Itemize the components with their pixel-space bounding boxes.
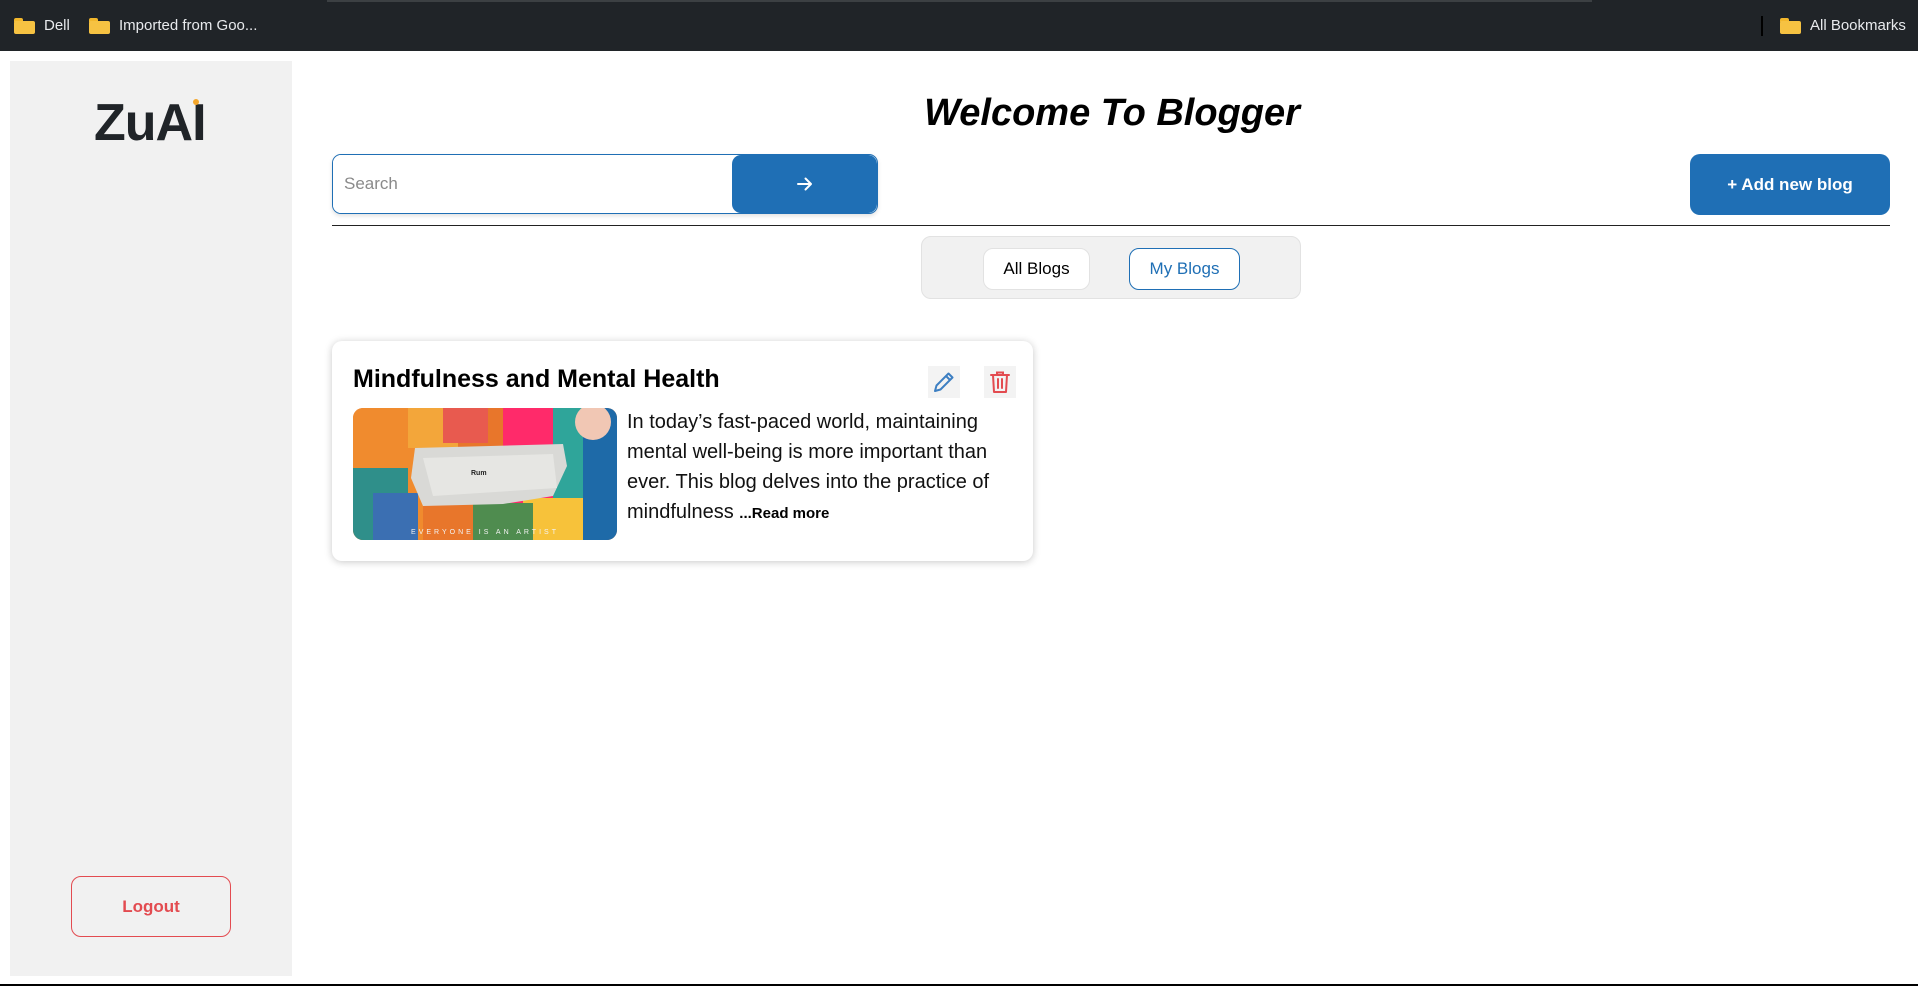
logout-button[interactable]: Logout	[71, 876, 231, 937]
read-more-ellipsis: ...	[739, 505, 752, 522]
read-more-link[interactable]: ...Read more	[739, 505, 829, 522]
tab-my-blogs[interactable]: My Blogs	[1129, 248, 1240, 290]
read-more-label: Read more	[751, 505, 830, 522]
tab-strip-edge	[327, 0, 1592, 2]
search-input[interactable]	[333, 155, 732, 213]
bookmark-dell[interactable]: Dell	[14, 0, 70, 51]
folder-icon	[14, 17, 35, 34]
blog-excerpt: In today’s fast-paced world, maintaining…	[627, 407, 1017, 529]
blog-title: Mindfulness and Mental Health	[353, 365, 720, 393]
logo: ZuAI	[94, 94, 207, 152]
add-new-blog-button[interactable]: + Add new blog	[1690, 154, 1890, 215]
logo-dot	[193, 99, 199, 105]
sidebar: ZuAI Logout	[10, 61, 292, 976]
trash-icon	[990, 371, 1010, 393]
search-bar	[332, 154, 878, 214]
bookmark-label: Imported from Goo...	[119, 17, 258, 34]
blog-card[interactable]: Mindfulness and Mental Health Rum EVERYO…	[332, 341, 1033, 561]
folder-icon	[89, 17, 110, 34]
tab-all-blogs[interactable]: All Blogs	[983, 248, 1090, 290]
search-submit-button[interactable]	[732, 155, 877, 213]
page-title: Welcome To Blogger	[924, 92, 1300, 134]
blog-filter-tabs: All Blogs My Blogs	[921, 236, 1301, 299]
bookmark-label: Dell	[44, 17, 70, 34]
bookmarks-separator	[1761, 16, 1763, 36]
delete-button[interactable]	[984, 366, 1016, 398]
arrow-right-icon	[796, 177, 812, 191]
all-bookmarks-label: All Bookmarks	[1810, 17, 1906, 34]
header-divider	[332, 225, 1890, 226]
all-bookmarks[interactable]: All Bookmarks	[1780, 0, 1906, 51]
edit-button[interactable]	[928, 366, 960, 398]
folder-icon	[1780, 17, 1801, 34]
thumbnail-label: Rum	[471, 470, 487, 477]
pencil-icon	[934, 372, 954, 392]
bookmark-imported[interactable]: Imported from Goo...	[89, 0, 257, 51]
blog-thumbnail: Rum EVERYONE IS AN ARTIST	[353, 408, 617, 540]
thumbnail-caption: EVERYONE IS AN ARTIST	[411, 529, 559, 536]
bookmarks-bar: Dell Imported from Goo... All Bookmarks	[0, 0, 1918, 51]
